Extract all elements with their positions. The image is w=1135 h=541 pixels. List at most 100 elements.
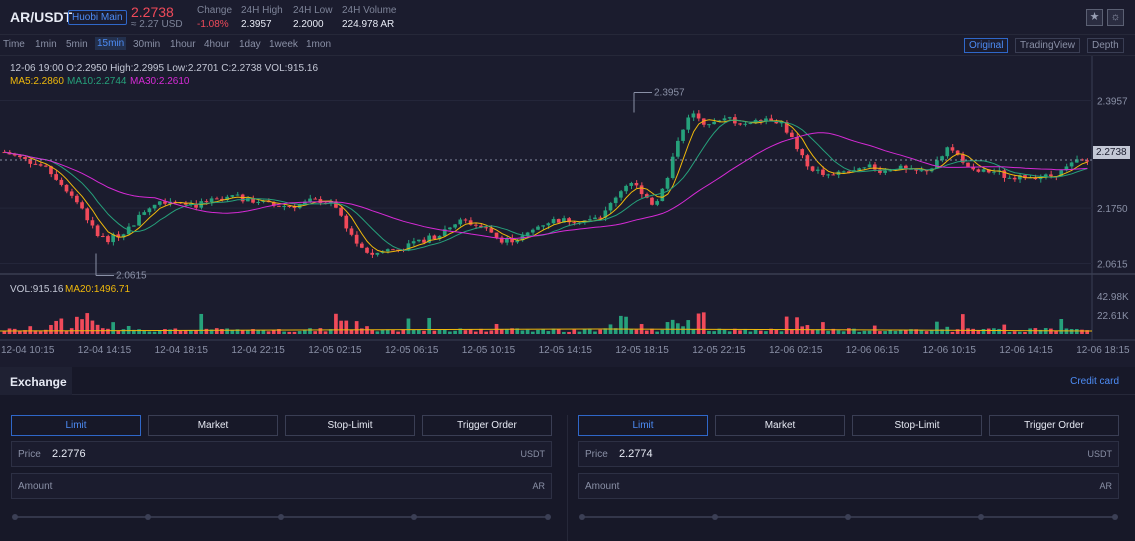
volume-bar	[712, 331, 716, 334]
volume-bar	[282, 331, 286, 334]
pair-title[interactable]: AR/USDT	[10, 9, 72, 25]
volume-bar	[344, 320, 349, 334]
candle	[308, 198, 312, 202]
candle	[945, 147, 950, 157]
candle	[681, 129, 685, 141]
volume-bar	[598, 329, 602, 334]
candle	[650, 197, 654, 205]
buy-order-type-trigger[interactable]: Trigger Order	[422, 415, 552, 436]
candle	[214, 198, 219, 200]
volume-bar	[116, 330, 121, 334]
ma5-line	[4, 119, 1088, 253]
candle	[748, 123, 753, 125]
sell-amount-slider[interactable]	[578, 513, 1119, 521]
volume-bar	[572, 329, 577, 334]
volume-bar	[883, 331, 887, 334]
sell-price-field[interactable]: Price 2.2774 USDT	[578, 441, 1119, 467]
timeframe-5min[interactable]: 5min	[66, 39, 88, 50]
volume-bar	[986, 328, 991, 334]
view-depth-button[interactable]: Depth	[1087, 38, 1124, 53]
view-original-button[interactable]: Original	[964, 38, 1009, 53]
time-axis-label: 12-04 14:15	[78, 345, 132, 356]
price-label: Price	[18, 449, 41, 460]
candle	[676, 140, 680, 157]
volume-bar	[727, 331, 732, 334]
candle	[738, 123, 742, 125]
low-annotation: 2.0615	[116, 271, 147, 282]
theme-toggle-icon[interactable]: ☼	[1107, 9, 1124, 26]
amount-unit: AR	[1099, 481, 1112, 491]
volume-bar	[1049, 328, 1053, 334]
star-icon[interactable]: ★	[1086, 9, 1103, 26]
candle	[919, 170, 924, 172]
view-tradingview-button[interactable]: TradingView	[1015, 38, 1081, 53]
volume-bar	[562, 331, 566, 334]
candle	[100, 236, 105, 238]
volume-bar	[619, 315, 623, 334]
timeframe-1min[interactable]: 1min	[35, 39, 57, 50]
sell-order-type-limit[interactable]: Limit	[578, 415, 708, 436]
stat-value: 224.978 AR	[342, 19, 395, 30]
volume-bar	[530, 331, 535, 334]
volume-bar	[297, 331, 302, 334]
candle	[821, 169, 825, 175]
price-label: Price	[585, 449, 608, 460]
timeframe-4hour[interactable]: 4hour	[204, 39, 230, 50]
timeframe-1mon[interactable]: 1mon	[306, 39, 331, 50]
candle	[235, 194, 240, 196]
timeframe-1hour[interactable]: 1hour	[170, 39, 196, 50]
candle	[391, 249, 395, 251]
time-axis-label: 12-06 14:15	[999, 345, 1053, 356]
time-axis-label: 12-06 18:15	[1076, 345, 1130, 356]
credit-card-link[interactable]: Credit card	[1070, 376, 1119, 387]
sell-order-type-trigger[interactable]: Trigger Order	[989, 415, 1119, 436]
volume-bar	[323, 331, 328, 334]
buy-amount-slider[interactable]	[11, 513, 552, 521]
timeframe-1week[interactable]: 1week	[269, 39, 298, 50]
volume-bar	[391, 330, 395, 334]
price-chart[interactable]: 2.3957 2.1750 2.0615 42.98K 22.61K 2.3957 2.06…	[0, 56, 1135, 361]
sell-order-type-market[interactable]: Market	[715, 415, 845, 436]
tab-exchange[interactable]: Exchange	[0, 367, 72, 395]
volume-bar	[722, 329, 727, 334]
candle	[727, 117, 732, 119]
volume-bar	[287, 331, 292, 334]
volume-bar	[748, 331, 753, 334]
amount-label: Amount	[585, 481, 620, 492]
candle	[85, 208, 90, 221]
time-axis-label: 12-05 06:15	[385, 345, 439, 356]
volume-bar	[997, 328, 1001, 334]
candle	[59, 179, 64, 185]
sell-amount-field[interactable]: Amount AR	[578, 473, 1119, 499]
buy-amount-field[interactable]: Amount AR	[11, 473, 552, 499]
volume-bar	[1028, 328, 1033, 334]
buy-price-field[interactable]: Price 2.2776 USDT	[11, 441, 552, 467]
volume-bar	[701, 312, 706, 334]
candle	[38, 164, 43, 166]
exchange-badge: Huobi Main	[68, 10, 127, 25]
timeframe-1day[interactable]: 1day	[239, 39, 261, 50]
buy-order-type-stop-limit[interactable]: Stop-Limit	[285, 415, 415, 436]
time-axis-label: 12-04 10:15	[1, 345, 55, 356]
timeframe-30min[interactable]: 30min	[133, 39, 160, 50]
buy-order-type-market[interactable]: Market	[148, 415, 278, 436]
usd-price: ≈ 2.27 USD	[131, 19, 183, 30]
timeframe-15min[interactable]: 15min	[95, 37, 127, 50]
candle	[872, 164, 877, 170]
candle	[551, 219, 556, 224]
candle	[696, 113, 701, 119]
sell-order-type-stop-limit[interactable]: Stop-Limit	[852, 415, 982, 436]
candle	[572, 222, 577, 224]
candle	[448, 227, 452, 230]
volume-bar	[484, 331, 489, 334]
volume-bar	[396, 331, 400, 334]
stat-value: 2.2000	[293, 19, 324, 30]
price-unit: USDT	[520, 449, 546, 459]
timeframe-time[interactable]: Time	[3, 39, 25, 50]
volume-bar	[541, 329, 545, 334]
candle	[432, 235, 437, 240]
candle	[489, 228, 494, 233]
buy-order-type-limit[interactable]: Limit	[11, 415, 141, 436]
stat-24h-high: 24H High 2.3957	[241, 5, 283, 30]
time-axis-label: 12-05 18:15	[615, 345, 669, 356]
